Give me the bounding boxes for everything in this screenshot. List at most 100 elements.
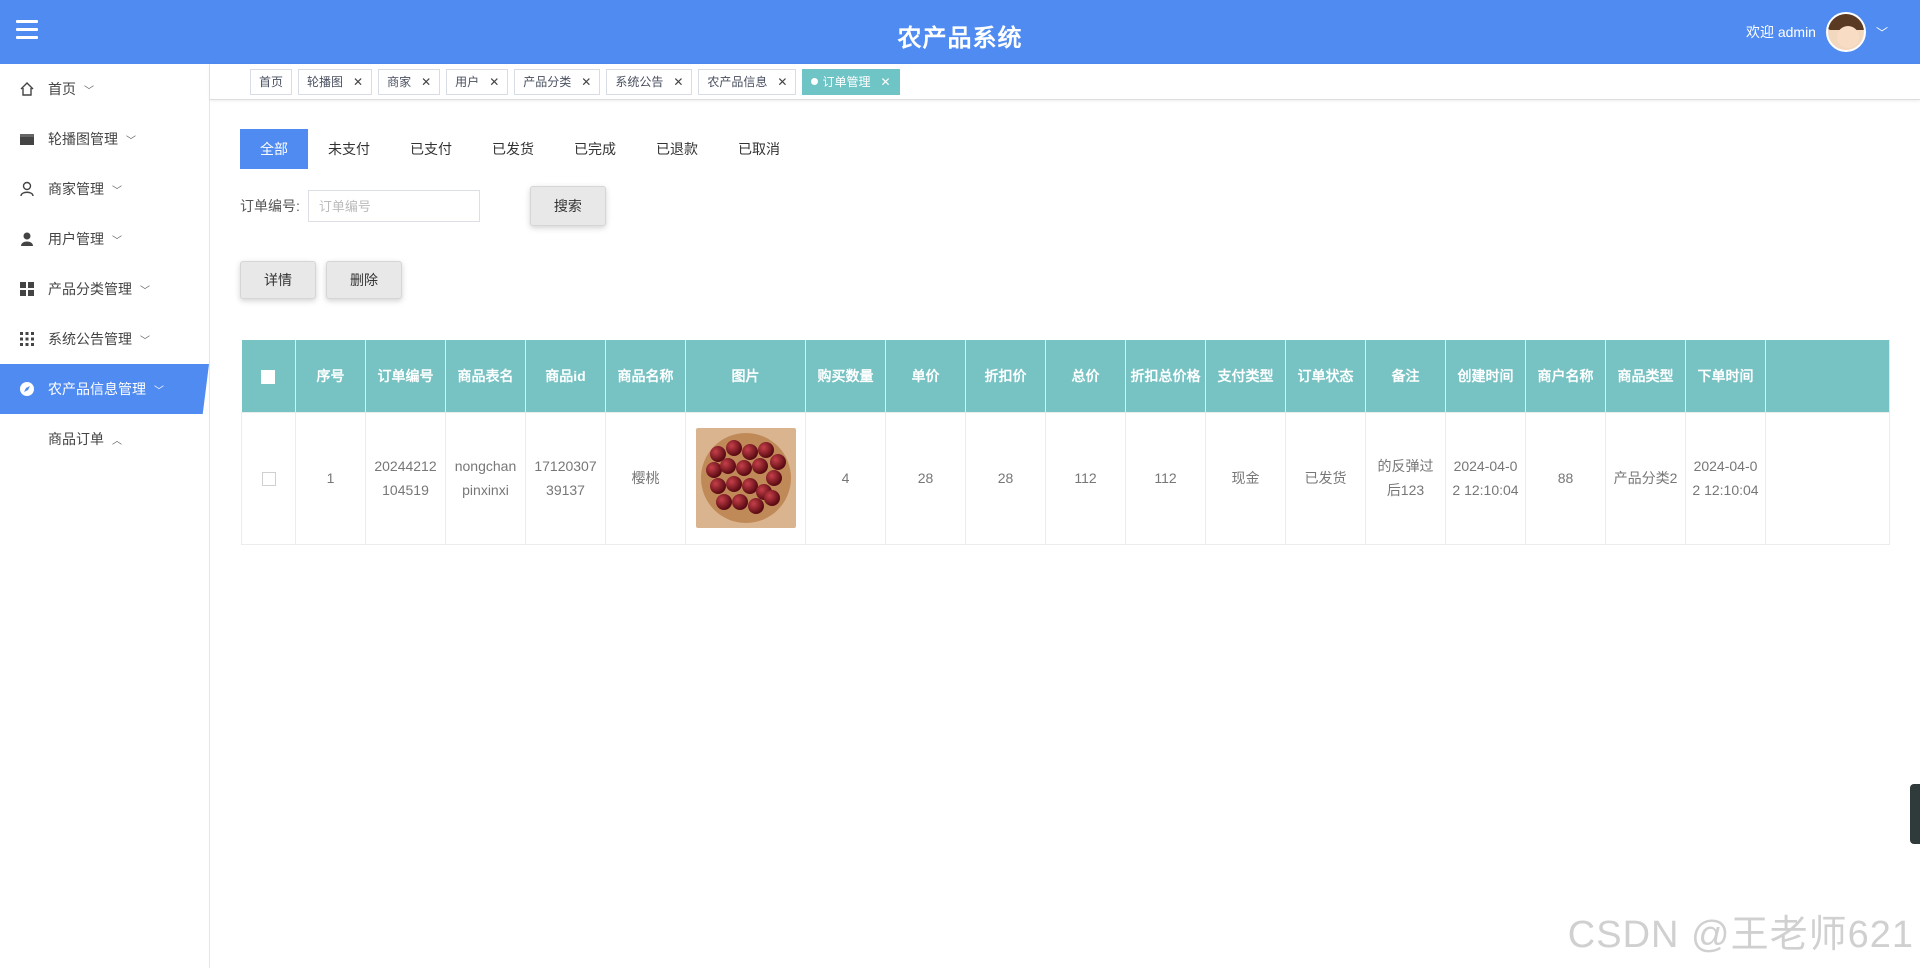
column-header[interactable]: 折扣总价格 bbox=[1125, 340, 1206, 412]
tab-unpaid[interactable]: 未支付 bbox=[308, 129, 390, 169]
chevron-down-icon: ﹀ bbox=[126, 135, 136, 147]
column-header[interactable]: 下单时间 bbox=[1685, 340, 1766, 412]
column-header[interactable]: 商品id bbox=[525, 340, 606, 412]
column-header[interactable]: 商品名称 bbox=[605, 340, 686, 412]
column-header[interactable]: 购买数量 bbox=[805, 340, 886, 412]
sidebar-subitem-label: 商品订单 bbox=[48, 431, 104, 447]
sidebar-item-users[interactable]: 用户管理 ﹀ bbox=[0, 214, 209, 264]
tag-label: 轮播图 bbox=[307, 75, 344, 89]
action-toolbar: 详情 删除 bbox=[240, 261, 402, 299]
tag-label: 农产品信息 bbox=[707, 75, 768, 89]
tag-notice[interactable]: 系统公告 ✕ bbox=[606, 68, 693, 95]
tag-product-info[interactable]: 农产品信息 ✕ bbox=[698, 68, 797, 95]
tag-home[interactable]: 首页 bbox=[250, 68, 293, 95]
column-header[interactable]: 序号 bbox=[295, 340, 366, 412]
cell-index: 1 bbox=[295, 411, 366, 545]
tag-label: 商家 bbox=[387, 75, 412, 89]
search-button[interactable]: 搜索 bbox=[529, 186, 606, 226]
close-icon[interactable]: ✕ bbox=[421, 75, 431, 89]
column-header[interactable]: 订单编号 bbox=[365, 340, 446, 412]
column-header[interactable]: 单价 bbox=[885, 340, 966, 412]
sidebar-item-carousel[interactable]: 轮播图管理 ﹀ bbox=[0, 114, 209, 164]
order-no-input[interactable] bbox=[307, 190, 480, 222]
close-icon[interactable]: ✕ bbox=[353, 75, 363, 89]
chevron-down-icon: ﹀ bbox=[84, 85, 94, 97]
tag-label: 首页 bbox=[259, 75, 284, 89]
orders-table: 序号 订单编号 商品表名 商品id 商品名称 图片 购买数量 单价 折扣价 总价… bbox=[241, 340, 1890, 545]
top-header: 农产品系统 欢迎 admin ﹀ bbox=[0, 0, 1920, 64]
column-header[interactable]: 备注 bbox=[1365, 340, 1446, 412]
cell-goods-id: 1712030739137 bbox=[525, 411, 606, 545]
sidebar-item-merchant[interactable]: 商家管理 ﹀ bbox=[0, 164, 209, 214]
user-icon bbox=[18, 230, 36, 248]
tab-all[interactable]: 全部 bbox=[240, 129, 308, 169]
row-select-cell bbox=[241, 411, 296, 545]
sidebar-item-notice[interactable]: 系统公告管理 ﹀ bbox=[0, 314, 209, 364]
tag-user[interactable]: 用户 ✕ bbox=[446, 68, 509, 95]
column-header[interactable]: 折扣价 bbox=[965, 340, 1046, 412]
column-header[interactable]: 图片 bbox=[685, 340, 806, 412]
tab-shipped[interactable]: 已发货 bbox=[472, 129, 554, 169]
chevron-down-icon: ﹀ bbox=[112, 235, 122, 247]
cell-table-name: nongchanpinxinxi bbox=[445, 411, 526, 545]
close-icon[interactable]: ✕ bbox=[881, 75, 891, 89]
tag-order-management[interactable]: 订单管理 ✕ bbox=[802, 68, 900, 95]
tag-label: 用户 bbox=[455, 75, 480, 89]
close-icon[interactable]: ✕ bbox=[489, 75, 499, 89]
cell-pay-type: 现金 bbox=[1205, 411, 1286, 545]
delete-button[interactable]: 删除 bbox=[326, 261, 402, 299]
sidebar-subitem-orders[interactable]: 商品订单 ︿ bbox=[0, 414, 209, 464]
cell-merchant: 88 bbox=[1525, 411, 1606, 545]
cell-order-time: 2024-04-02 12:10:04 bbox=[1685, 411, 1766, 545]
cell-image bbox=[685, 411, 806, 545]
table-row[interactable]: 1 20244212104519 nongchanpinxinxi 171203… bbox=[241, 411, 1890, 545]
tag-label: 产品分类 bbox=[523, 75, 572, 89]
column-header[interactable]: 商户名称 bbox=[1525, 340, 1606, 412]
tab-completed[interactable]: 已完成 bbox=[554, 129, 636, 169]
column-header[interactable]: 总价 bbox=[1045, 340, 1126, 412]
order-status-tabs: 全部 未支付 已支付 已发货 已完成 已退款 已取消 bbox=[240, 129, 800, 169]
chevron-down-icon[interactable]: ﹀ bbox=[1876, 24, 1888, 41]
row-checkbox[interactable] bbox=[261, 472, 276, 487]
column-header[interactable]: 支付类型 bbox=[1205, 340, 1286, 412]
close-icon[interactable]: ✕ bbox=[673, 75, 683, 89]
tag-merchant[interactable]: 商家 ✕ bbox=[378, 68, 441, 95]
drawer-handle[interactable] bbox=[1910, 784, 1920, 844]
cell-operations bbox=[1765, 411, 1890, 545]
welcome-text: 欢迎 admin bbox=[1745, 24, 1816, 40]
tag-carousel[interactable]: 轮播图 ✕ bbox=[298, 68, 373, 95]
select-all-header bbox=[241, 340, 296, 412]
sidebar-item-label: 产品分类管理 bbox=[48, 281, 132, 297]
sidebar-item-category[interactable]: 产品分类管理 ﹀ bbox=[0, 264, 209, 314]
column-header[interactable]: 创建时间 bbox=[1445, 340, 1526, 412]
column-header[interactable]: 订单状态 bbox=[1285, 340, 1366, 412]
home-icon bbox=[18, 80, 36, 98]
sidebar-item-label: 首页 bbox=[48, 81, 76, 97]
apps-icon bbox=[18, 330, 36, 348]
cell-discount-total: 112 bbox=[1125, 411, 1206, 545]
close-icon[interactable]: ✕ bbox=[581, 75, 591, 89]
cell-order-no: 20244212104519 bbox=[365, 411, 446, 545]
tab-refunded[interactable]: 已退款 bbox=[636, 129, 718, 169]
table-header-row: 序号 订单编号 商品表名 商品id 商品名称 图片 购买数量 单价 折扣价 总价… bbox=[241, 340, 1890, 412]
operations-header bbox=[1765, 340, 1890, 412]
column-header[interactable]: 商品类型 bbox=[1605, 340, 1686, 412]
user-menu[interactable]: 欢迎 admin ﹀ bbox=[1746, 10, 1888, 54]
column-header[interactable]: 商品表名 bbox=[445, 340, 526, 412]
tab-paid[interactable]: 已支付 bbox=[390, 129, 472, 169]
cell-created: 2024-04-02 12:10:04 bbox=[1445, 411, 1526, 545]
select-all-checkbox[interactable] bbox=[261, 370, 276, 385]
close-icon[interactable]: ✕ bbox=[777, 75, 787, 89]
store-icon bbox=[18, 130, 36, 148]
cherry-photo[interactable] bbox=[695, 428, 796, 528]
sidebar-item-product-info[interactable]: 农产品信息管理 ﹀ bbox=[0, 364, 209, 414]
chevron-down-icon: ﹀ bbox=[154, 385, 164, 397]
sidebar-item-label: 商家管理 bbox=[48, 181, 104, 197]
tag-category[interactable]: 产品分类 ✕ bbox=[514, 68, 601, 95]
detail-button[interactable]: 详情 bbox=[240, 261, 316, 299]
avatar[interactable] bbox=[1825, 12, 1866, 52]
sidebar-item-home[interactable]: 首页 ﹀ bbox=[0, 64, 209, 114]
sidebar-item-label: 农产品信息管理 bbox=[48, 381, 146, 397]
tab-cancelled[interactable]: 已取消 bbox=[718, 129, 800, 169]
sidebar: 首页 ﹀ 轮播图管理 ﹀ 商家管理 ﹀ 用户管理 ﹀ 产品分类管理 ﹀ 系统公告… bbox=[0, 64, 210, 968]
